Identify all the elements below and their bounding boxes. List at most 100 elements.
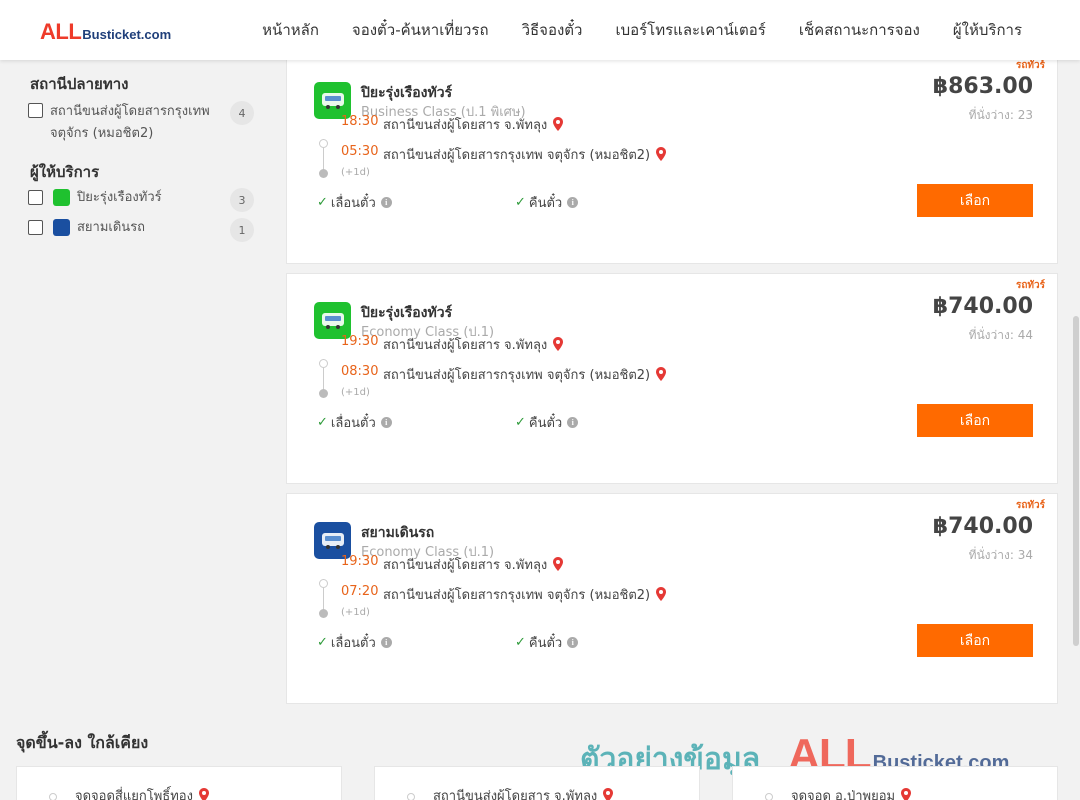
trip-card: รถทัวร์ สยามเดินรถ Economy Class (ป.1) ฿… [286, 493, 1058, 704]
info-icon[interactable]: i [567, 637, 579, 648]
nav-how-to-book[interactable]: วิธีจองตั๋ว [522, 18, 583, 42]
nav-contact-counters[interactable]: เบอร์โทรและเคาน์เตอร์ [615, 18, 765, 42]
destination-checkbox[interactable] [28, 103, 43, 118]
destination-option-label: สถานีขนส่งผู้โดยสารกรุงเทพ จตุจักร (หมอช… [50, 101, 210, 145]
departure-place-text: สถานีขนส่งผู้โดยสาร จ.พัทลุง [383, 558, 548, 573]
trip-card: รถทัวร์ ปิยะรุ่งเรืองทัวร์ Economy Class… [286, 273, 1058, 484]
bus-icon [321, 312, 344, 329]
info-icon[interactable]: i [380, 637, 392, 648]
arrival-place-text: สถานีขนส่งผู้โดยสารกรุงเทพ จตุจักร (หมอช… [383, 368, 651, 383]
map-pin-icon[interactable] [656, 587, 667, 601]
arrival-place[interactable]: สถานีขนส่งผู้โดยสารกรุงเทพ จตุจักร (หมอช… [383, 144, 667, 165]
info-icon[interactable]: i [567, 417, 579, 428]
nav-operators[interactable]: ผู้ให้บริการ [953, 18, 1022, 42]
operator-checkbox[interactable] [28, 220, 43, 235]
page-scrollbar-thumb[interactable] [1073, 316, 1079, 646]
seats-available: ที่นั่งว่าง: 44 [968, 328, 1033, 342]
refund-feature: ✓ คืนตั๋ว i [515, 412, 579, 433]
select-trip-button[interactable]: เลือก [917, 184, 1033, 217]
map-pin-icon[interactable] [198, 788, 209, 800]
nearby-stop-name: จุดจอด อ.ป่าพยอม [791, 789, 896, 800]
map-pin-icon[interactable] [553, 117, 564, 131]
departure-dot [319, 359, 328, 368]
nearby-stop-label: จุดจอดสี่แยกโพธิ์ทอง [75, 785, 209, 800]
nav-check-booking[interactable]: เช็คสถานะการจอง [799, 18, 920, 42]
nearby-stop-name: จุดจอดสี่แยกโพธิ์ทอง [75, 789, 193, 800]
arrival-place[interactable]: สถานีขนส่งผู้โดยสารกรุงเทพ จตุจักร (หมอช… [383, 364, 667, 385]
operator-count-badge: 3 [230, 188, 254, 212]
destination-label-line1: สถานีขนส่งผู้โดยสารกรุงเทพ [50, 104, 210, 119]
operator-filter-option[interactable]: สยามเดินรถ 1 [28, 218, 254, 242]
nearby-stop-label: จุดจอด อ.ป่าพยอม [791, 785, 912, 800]
departure-place-text: สถานีขนส่งผู้โดยสาร จ.พัทลุง [383, 118, 548, 133]
nav-home[interactable]: หน้าหลัก [262, 18, 319, 42]
select-trip-button[interactable]: เลือก [917, 624, 1033, 657]
info-icon[interactable]: i [380, 417, 392, 428]
bus-logo-icon [53, 219, 70, 236]
info-icon[interactable]: i [567, 197, 579, 208]
departure-place[interactable]: สถานีขนส่งผู้โดยสาร จ.พัทลุง [383, 334, 564, 355]
map-pin-icon[interactable] [553, 337, 564, 351]
check-icon: ✓ [515, 415, 526, 430]
bus-logo-icon [53, 189, 70, 206]
main-nav: หน้าหลัก จองตั๋ว-ค้นหาเที่ยวรถ วิธีจองตั… [229, 0, 1022, 60]
arrival-dot [319, 389, 328, 398]
check-icon: ✓ [317, 415, 328, 430]
map-pin-icon[interactable] [656, 147, 667, 161]
bus-icon [321, 92, 344, 109]
arrival-time: 08:30 [341, 364, 379, 379]
logo-domain-text: Busticket.com [82, 27, 172, 42]
ticket-price: ฿740.00 [932, 514, 1033, 539]
route-line [323, 368, 324, 391]
nearby-stop-name: สถานีขนส่งผู้โดยสาร จ.พัทลุง [433, 789, 598, 800]
operator-filter-title: ผู้ให้บริการ [30, 163, 100, 181]
reschedule-label: เลื่อนตั๋ว [330, 196, 376, 211]
arrival-place-text: สถานีขนส่งผู้โดยสารกรุงเทพ จตุจักร (หมอช… [383, 148, 651, 163]
departure-time: 18:30 [341, 114, 379, 129]
trip-card: รถทัวร์ ปิยะรุ่งเรืองทัวร์ Business Clas… [286, 53, 1058, 264]
destination-label-line2: จตุจักร (หมอชิต2) [50, 126, 154, 141]
logo-all-text: ALL [40, 19, 82, 44]
departure-dot [319, 579, 328, 588]
info-icon[interactable]: i [380, 197, 392, 208]
map-pin-icon[interactable] [656, 367, 667, 381]
ticket-price: ฿740.00 [932, 294, 1033, 319]
stop-dot [407, 793, 415, 800]
refund-feature: ✓ คืนตั๋ว i [515, 632, 579, 653]
arrival-place[interactable]: สถานีขนส่งผู้โดยสารกรุงเทพ จตุจักร (หมอช… [383, 584, 667, 605]
route-line [323, 148, 324, 171]
refund-feature: ✓ คืนตั๋ว i [515, 192, 579, 213]
map-pin-icon[interactable] [553, 557, 564, 571]
nearby-stop-card[interactable]: จุดจอดสี่แยกโพธิ์ทอง [16, 766, 342, 800]
reschedule-feature: ✓ เลื่อนตั๋ว i [317, 632, 392, 653]
arrival-time: 05:30 [341, 144, 379, 159]
seats-available: ที่นั่งว่าง: 34 [968, 548, 1033, 562]
refund-label: คืนตั๋ว [528, 636, 563, 651]
next-day-indicator: (+1d) [341, 387, 370, 398]
nav-book-ticket[interactable]: จองตั๋ว-ค้นหาเที่ยวรถ [352, 18, 489, 42]
reschedule-feature: ✓ เลื่อนตั๋ว i [317, 192, 392, 213]
destination-filter-option[interactable]: สถานีขนส่งผู้โดยสารกรุงเทพ จตุจักร (หมอช… [28, 101, 254, 145]
site-logo[interactable]: ALL Busticket.com [40, 19, 171, 45]
select-trip-button[interactable]: เลือก [917, 404, 1033, 437]
nearby-stop-card[interactable]: จุดจอด อ.ป่าพยอม [732, 766, 1058, 800]
operator-filter-option[interactable]: ปิยะรุ่งเรืองทัวร์ 3 [28, 188, 254, 212]
route-line [323, 588, 324, 611]
arrival-place-text: สถานีขนส่งผู้โดยสารกรุงเทพ จตุจักร (หมอช… [383, 588, 651, 603]
arrival-time: 07:20 [341, 584, 379, 599]
next-day-indicator: (+1d) [341, 167, 370, 178]
operator-checkbox[interactable] [28, 190, 43, 205]
nearby-stop-card[interactable]: สถานีขนส่งผู้โดยสาร จ.พัทลุง [374, 766, 700, 800]
departure-place[interactable]: สถานีขนส่งผู้โดยสาร จ.พัทลุง [383, 114, 564, 135]
stop-dot [49, 793, 57, 800]
map-pin-icon[interactable] [603, 788, 614, 800]
departure-dot [319, 139, 328, 148]
site-header: ALL Busticket.com หน้าหลัก จองตั๋ว-ค้นหา… [0, 0, 1080, 60]
departure-place-text: สถานีขนส่งผู้โดยสาร จ.พัทลุง [383, 338, 548, 353]
map-pin-icon[interactable] [901, 788, 912, 800]
departure-place[interactable]: สถานีขนส่งผู้โดยสาร จ.พัทลุง [383, 554, 564, 575]
bus-type-tag: รถทัวร์ [1015, 280, 1045, 291]
operator-option-label: ปิยะรุ่งเรืองทัวร์ [77, 190, 162, 205]
operator-option-label: สยามเดินรถ [77, 220, 146, 235]
nearby-stops-title: จุดขึ้น-ลง ใกล้เคียง [16, 733, 149, 752]
